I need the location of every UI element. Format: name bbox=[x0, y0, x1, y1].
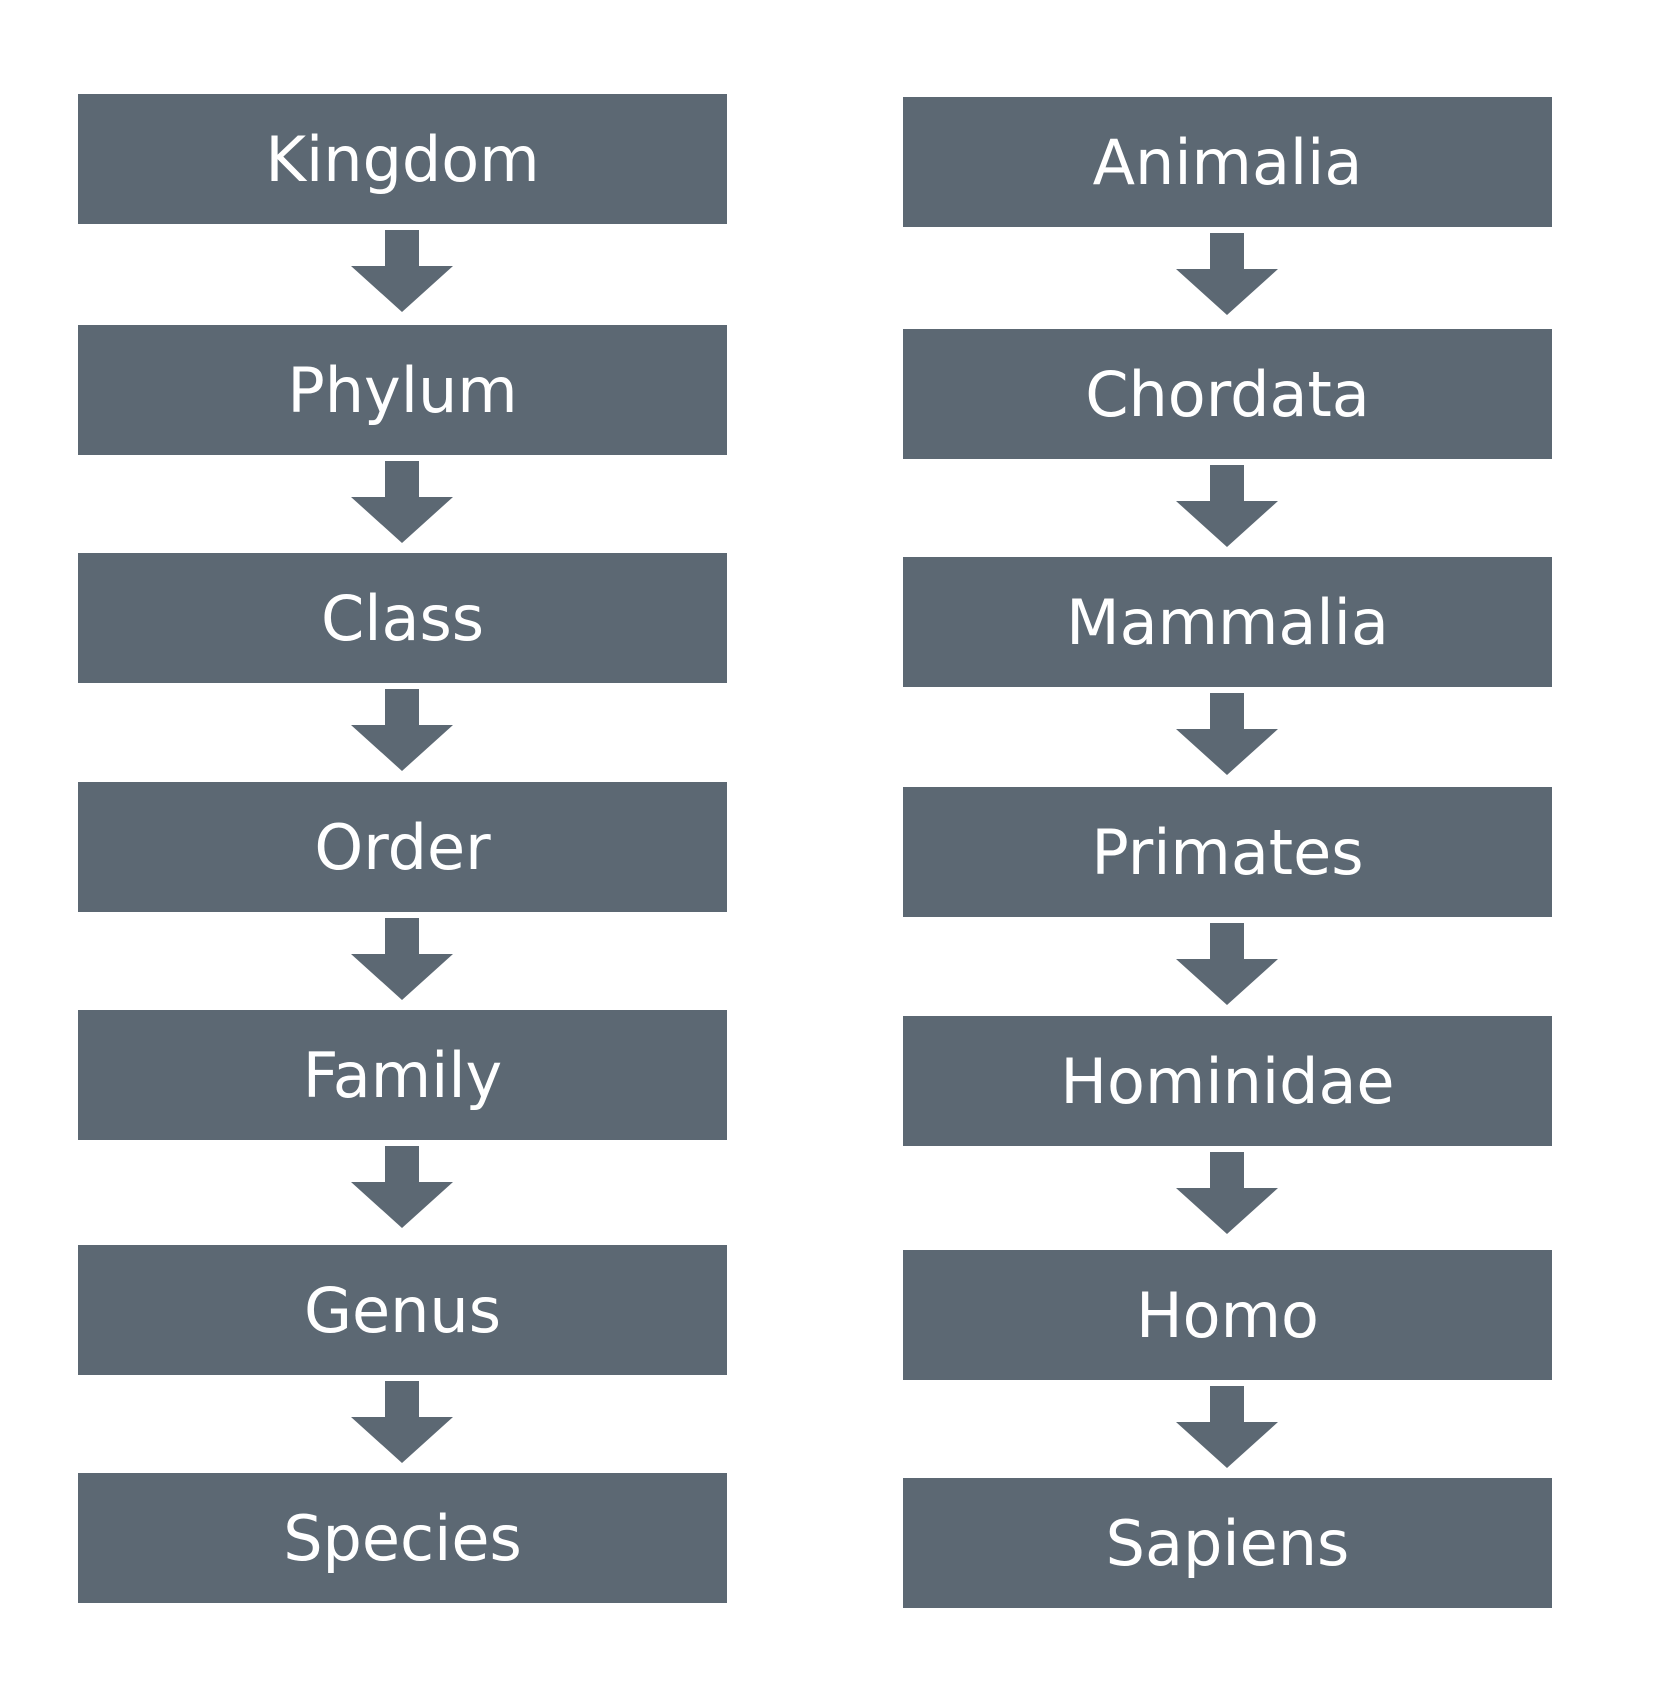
rank-label: Order bbox=[314, 810, 491, 884]
arrow-down-icon bbox=[351, 1146, 453, 1228]
arrow-down-icon bbox=[1176, 693, 1278, 775]
arrow-down-icon bbox=[351, 689, 453, 771]
human-taxon-box: Mammalia bbox=[903, 557, 1552, 687]
arrow-down-icon bbox=[1176, 465, 1278, 547]
human-taxon-box: Homo bbox=[903, 1250, 1552, 1380]
rank-label: Genus bbox=[303, 1273, 502, 1347]
human-taxon-label: Mammalia bbox=[1066, 585, 1389, 659]
arrow-down-icon bbox=[1176, 1386, 1278, 1468]
human-taxon-label: Chordata bbox=[1085, 357, 1370, 431]
human-taxon-label: Primates bbox=[1091, 815, 1364, 889]
rank-box: Kingdom bbox=[78, 94, 727, 224]
rank-box: Family bbox=[78, 1010, 727, 1140]
human-taxon-label: Homo bbox=[1136, 1278, 1319, 1352]
human-taxon-box: Primates bbox=[903, 787, 1552, 917]
rank-box: Order bbox=[78, 782, 727, 912]
rank-box: Phylum bbox=[78, 325, 727, 455]
rank-label: Species bbox=[283, 1501, 522, 1575]
rank-label: Family bbox=[302, 1038, 503, 1112]
rank-box: Species bbox=[78, 1473, 727, 1603]
human-taxon-box: Hominidae bbox=[903, 1016, 1552, 1146]
human-taxon-box: Chordata bbox=[903, 329, 1552, 459]
arrow-down-icon bbox=[351, 230, 453, 312]
rank-label: Kingdom bbox=[265, 122, 540, 196]
human-taxon-box: Animalia bbox=[903, 97, 1552, 227]
arrow-down-icon bbox=[351, 918, 453, 1000]
arrow-down-icon bbox=[1176, 1152, 1278, 1234]
human-taxon-label: Animalia bbox=[1092, 125, 1363, 199]
arrow-down-icon bbox=[1176, 923, 1278, 1005]
human-taxon-label: Sapiens bbox=[1105, 1506, 1350, 1580]
arrow-down-icon bbox=[1176, 233, 1278, 315]
rank-label: Class bbox=[320, 581, 485, 655]
rank-label: Phylum bbox=[287, 353, 518, 427]
rank-box: Genus bbox=[78, 1245, 727, 1375]
arrow-down-icon bbox=[351, 1381, 453, 1463]
rank-box: Class bbox=[78, 553, 727, 683]
human-taxon-label: Hominidae bbox=[1060, 1044, 1395, 1118]
arrow-down-icon bbox=[351, 461, 453, 543]
human-taxon-box: Sapiens bbox=[903, 1478, 1552, 1608]
